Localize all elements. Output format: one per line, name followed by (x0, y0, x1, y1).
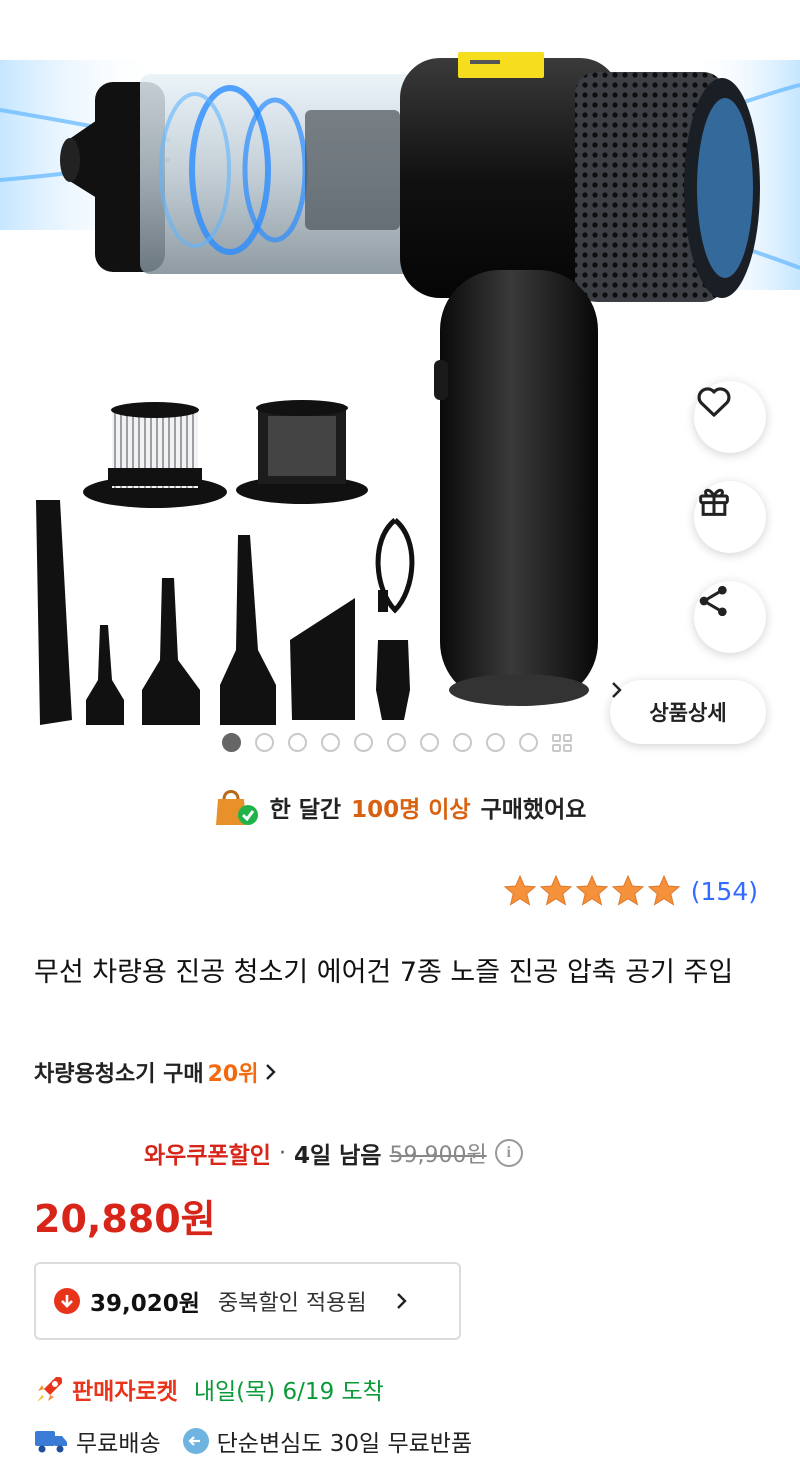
info-icon[interactable]: i (494, 1139, 523, 1167)
rank-value: 20위 (207, 1062, 259, 1087)
shipping-info: 무료배송 단순변심도 30일 무료반품 (34, 1424, 472, 1458)
gallery-dot[interactable] (354, 733, 373, 752)
category-rank-link[interactable]: 차량용청소기 구매 20위 (34, 1056, 278, 1088)
arrow-down-icon (54, 1288, 80, 1314)
stacked-discount-button[interactable]: 39,020원 중복할인 적용됨 (34, 1262, 461, 1340)
product-detail-button[interactable]: 상품상세 (610, 680, 766, 744)
star-icon (575, 874, 609, 906)
truck-icon (35, 1431, 67, 1453)
gallery-grid-icon[interactable] (552, 733, 572, 752)
gift-share-button[interactable] (694, 481, 766, 553)
delivery-info: 판매자로켓 내일(목) 6/19 도착 (34, 1372, 384, 1406)
chevron-right-icon (612, 682, 622, 698)
product-detail-label: 상품상세 (649, 701, 727, 725)
rating-summary[interactable]: (154) (503, 874, 758, 908)
gallery-dot[interactable] (387, 733, 406, 752)
time-left: 4일 남음 (293, 1143, 382, 1169)
discount-row: 65% 와우쿠폰할인 · 4일 남음 59,900원 i (34, 1130, 523, 1176)
share-icon (699, 585, 727, 617)
gallery-pagination[interactable] (222, 733, 572, 752)
banner-suffix: 구매했어요 (480, 797, 587, 823)
rank-category: 차량용청소기 구매 (34, 1062, 204, 1087)
chevron-right-icon (266, 1064, 277, 1080)
gallery-dot[interactable] (222, 733, 241, 752)
gallery-dot[interactable] (420, 733, 439, 752)
star-icon (503, 874, 537, 906)
discount-percent: 65% (44, 1138, 107, 1168)
product-image (0, 52, 800, 725)
shopping-bag-icon (215, 790, 258, 825)
star-icon (611, 874, 645, 906)
gallery-dot[interactable] (288, 733, 307, 752)
gallery-dot[interactable] (255, 733, 274, 752)
stacked-discount-text: 중복할인 적용됨 (217, 1291, 367, 1316)
share-button[interactable] (694, 581, 766, 653)
separator: · (278, 1140, 286, 1166)
free-shipping-text: 무료배송 (76, 1431, 161, 1457)
gallery-dot[interactable] (519, 733, 538, 752)
heart-icon (697, 387, 731, 417)
banner-prefix: 한 달간 (269, 797, 342, 823)
gallery-dot[interactable] (453, 733, 472, 752)
rocket-icon (37, 1377, 62, 1402)
discount-badge: 65% (34, 1130, 134, 1176)
coupon-label: 와우쿠폰할인 (144, 1143, 271, 1169)
original-price: 59,900원 (389, 1143, 487, 1168)
gallery-dot[interactable] (321, 733, 340, 752)
purchase-count-banner: 한 달간 100명 이상 구매했어요 (0, 785, 800, 829)
review-count-link[interactable]: (154) (691, 877, 758, 906)
star-icon (647, 874, 681, 906)
banner-highlight: 100명 이상 (351, 797, 471, 823)
product-image-gallery[interactable]: 상품상세 (0, 0, 800, 770)
delivery-eta: 내일(목) 6/19 도착 (193, 1379, 384, 1405)
delivery-brand: 판매자로켓 (72, 1379, 178, 1405)
stacked-discount-price: 39,020원 (90, 1291, 200, 1317)
gift-icon (699, 488, 729, 516)
product-title: 무선 차량용 진공 청소기 에어건 7종 노즐 진공 압축 공기 주입 (34, 957, 734, 988)
gallery-dot[interactable] (486, 733, 505, 752)
chevron-right-icon (396, 1293, 407, 1309)
final-price: 20,880원 (34, 1197, 216, 1241)
return-policy-text: 단순변심도 30일 무료반품 (216, 1431, 473, 1457)
wishlist-button[interactable] (694, 381, 766, 453)
star-icon (539, 874, 573, 906)
star-rating (503, 874, 681, 906)
return-icon (182, 1428, 209, 1454)
